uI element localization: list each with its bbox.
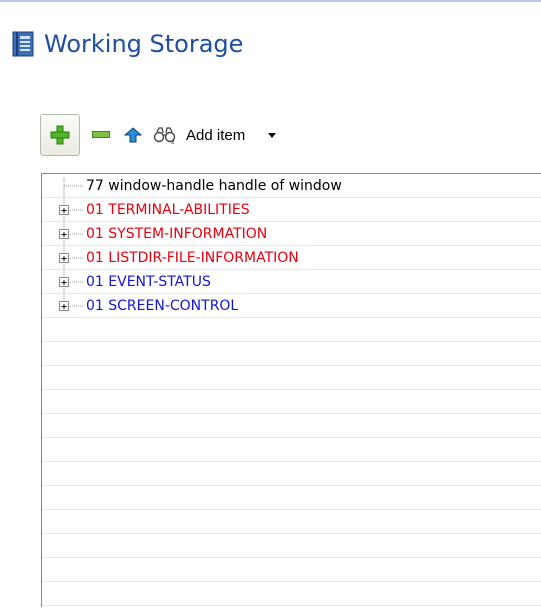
tree-item[interactable]: 77 window-handle handle of window — [86, 174, 342, 198]
expand-plus-icon[interactable] — [59, 253, 69, 263]
tree-item[interactable]: 01 EVENT-STATUS — [86, 270, 211, 294]
expand-plus-icon[interactable] — [59, 277, 69, 287]
panel-header: Working Storage — [12, 26, 243, 62]
tree-item[interactable]: 01 SCREEN-CONTROL — [86, 294, 238, 318]
expand-plus-icon[interactable] — [59, 301, 69, 311]
svg-text:x: x — [171, 139, 175, 144]
page-title: Working Storage — [44, 30, 244, 58]
dropdown-arrow-icon — [268, 133, 277, 138]
tree-item[interactable]: 01 TERMINAL-ABILITIES — [86, 198, 250, 222]
move-up-button[interactable] — [120, 120, 146, 150]
binoculars-icon: x — [153, 127, 176, 144]
minus-icon — [92, 131, 110, 138]
working-storage-panel: Working Storage x Add item 77 window-han… — [0, 0, 541, 607]
working-storage-tree: 77 window-handle handle of window 01 TERM… — [41, 173, 541, 607]
find-button[interactable]: x — [150, 120, 180, 150]
tree-item[interactable]: 01 LISTDIR-FILE-INFORMATION — [86, 246, 299, 270]
arrow-up-icon — [124, 127, 142, 143]
add-item-label: Add item — [186, 126, 246, 144]
remove-button[interactable] — [88, 120, 114, 150]
book-icon — [12, 31, 34, 57]
expand-plus-icon[interactable] — [59, 205, 69, 215]
add-button[interactable] — [40, 114, 80, 156]
expand-plus-icon[interactable] — [59, 229, 69, 239]
toolbar: x Add item — [40, 112, 277, 158]
plus-icon — [50, 125, 70, 145]
tree-item[interactable]: 01 SYSTEM-INFORMATION — [86, 222, 267, 246]
add-item-dropdown[interactable]: Add item — [186, 120, 277, 150]
